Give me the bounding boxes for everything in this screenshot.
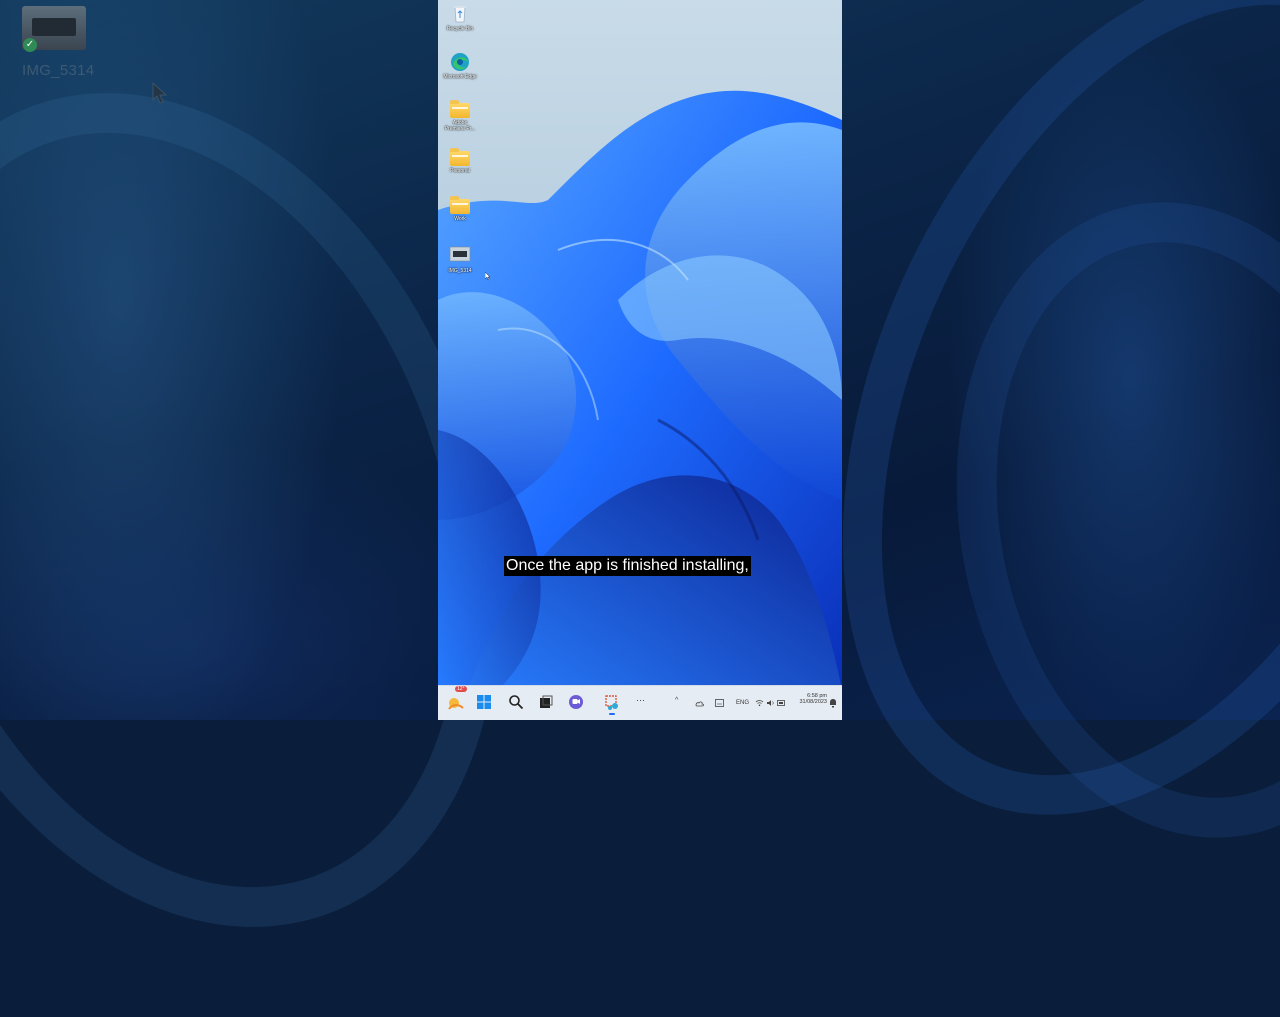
folder-icon — [450, 196, 470, 214]
desktop-icon-label: Work — [454, 216, 466, 222]
weather-icon — [448, 698, 464, 710]
language-indicator[interactable]: ENG — [736, 700, 749, 706]
task-view-button[interactable] — [538, 694, 556, 712]
desktop-icon-label: Adobe Premiere Pr... — [444, 120, 476, 132]
ghost-icon-label: IMG_5314 — [22, 62, 95, 79]
volume-icon[interactable] — [766, 699, 775, 707]
search-icon — [509, 695, 524, 710]
desktop-icon-label: Personal — [450, 168, 470, 174]
show-hidden-icons-button[interactable]: ^ — [675, 697, 678, 715]
windows-bloom-wallpaper — [438, 90, 842, 690]
desktop-icon-personal-folder[interactable]: Personal — [442, 148, 478, 174]
image-icon — [449, 246, 471, 266]
active-app-indicator — [609, 713, 615, 715]
desktop-icon-label: IMG_5314 — [448, 268, 472, 274]
mouse-cursor-icon — [485, 272, 491, 280]
desktop-screen: Recycle Bin Microsoft Edge Adobe Premier… — [438, 0, 842, 720]
desktop-icon-work-folder[interactable]: Work — [442, 196, 478, 222]
wifi-icon[interactable] — [755, 699, 764, 707]
desktop-icon-label: Microsoft Edge — [443, 74, 477, 80]
snipping-tool-button[interactable] — [604, 694, 622, 715]
snipping-tool-icon — [605, 695, 618, 710]
taskbar: 12° ··· ^ ENG 6:58 pm 31/08/2023 — [438, 685, 842, 720]
folder-icon — [450, 148, 470, 166]
task-view-icon — [540, 695, 553, 708]
desktop-icon-adobe-premiere-folder[interactable]: Adobe Premiere Pr... — [442, 100, 478, 132]
weather-widget[interactable]: 12° — [446, 686, 467, 710]
desktop-icon-label: Recycle Bin — [446, 26, 474, 32]
windows-logo-icon — [477, 695, 491, 709]
recycle-bin-icon — [449, 4, 471, 24]
search-button[interactable] — [508, 694, 526, 712]
desktop-icon-img-5314[interactable]: IMG_5314 — [442, 246, 478, 274]
folder-icon — [450, 100, 470, 118]
teams-chat-button[interactable] — [568, 694, 586, 712]
chat-icon — [569, 695, 583, 709]
desktop-icon-microsoft-edge[interactable]: Microsoft Edge — [442, 52, 478, 80]
more-apps-button[interactable]: ··· — [636, 695, 645, 713]
notification-bell-icon[interactable] — [829, 698, 837, 708]
mouse-cursor-icon — [152, 82, 168, 104]
clock[interactable]: 6:58 pm 31/08/2023 — [789, 693, 827, 705]
weather-temp: 12° — [455, 686, 467, 692]
start-button[interactable] — [476, 694, 494, 712]
blurred-desktop-icon-img-5314: ✓ IMG_5314 — [22, 6, 95, 79]
edge-icon — [449, 52, 471, 72]
sync-check-icon: ✓ — [23, 38, 37, 52]
keyboard-icon[interactable] — [715, 699, 724, 707]
onedrive-icon[interactable] — [695, 699, 704, 708]
clock-date: 31/08/2023 — [799, 699, 827, 705]
battery-icon[interactable] — [777, 699, 786, 707]
desktop-icon-recycle-bin[interactable]: Recycle Bin — [442, 4, 478, 32]
video-subtitle: Once the app is finished installing, — [504, 556, 751, 576]
